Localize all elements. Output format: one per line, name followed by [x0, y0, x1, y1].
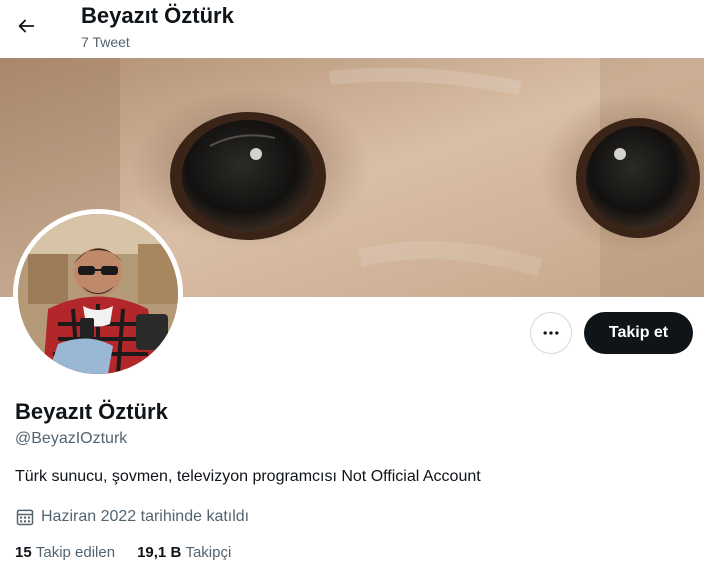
avatar-photo [18, 214, 178, 374]
followers-link[interactable]: 19,1 B Takipçi [137, 544, 231, 561]
header-title: Beyazıt Öztürk [81, 3, 234, 28]
profile-handle: @BeyazIOzturk [15, 430, 128, 447]
following-link[interactable]: 15 Takip edilen [15, 544, 115, 561]
followers-count: 19,1 B [137, 544, 186, 561]
follow-button[interactable]: Takip et [584, 312, 693, 354]
avatar[interactable] [13, 209, 183, 379]
following-count: 15 [15, 544, 36, 561]
back-button[interactable] [8, 8, 44, 44]
profile-name: Beyazıt Öztürk [15, 399, 168, 424]
profile-stats: 15 Takip edilen 19,1 B Takipçi [15, 544, 253, 561]
joined-label: Haziran 2022 tarihinde katıldı [41, 508, 250, 525]
calendar-icon [16, 509, 34, 526]
joined-date: Haziran 2022 tarihinde katıldı [15, 507, 249, 527]
arrow-left-icon [18, 19, 35, 33]
tweet-count: 7 Tweet [81, 34, 130, 50]
followers-label: Takipçi [185, 544, 232, 561]
more-horizontal-icon [543, 331, 559, 335]
more-button[interactable] [530, 312, 572, 354]
profile-bio: Türk sunucu, şovmen, televizyon programc… [15, 468, 481, 485]
following-label: Takip edilen [35, 544, 116, 561]
profile-header: Beyazıt Öztürk 7 Tweet [0, 0, 704, 58]
